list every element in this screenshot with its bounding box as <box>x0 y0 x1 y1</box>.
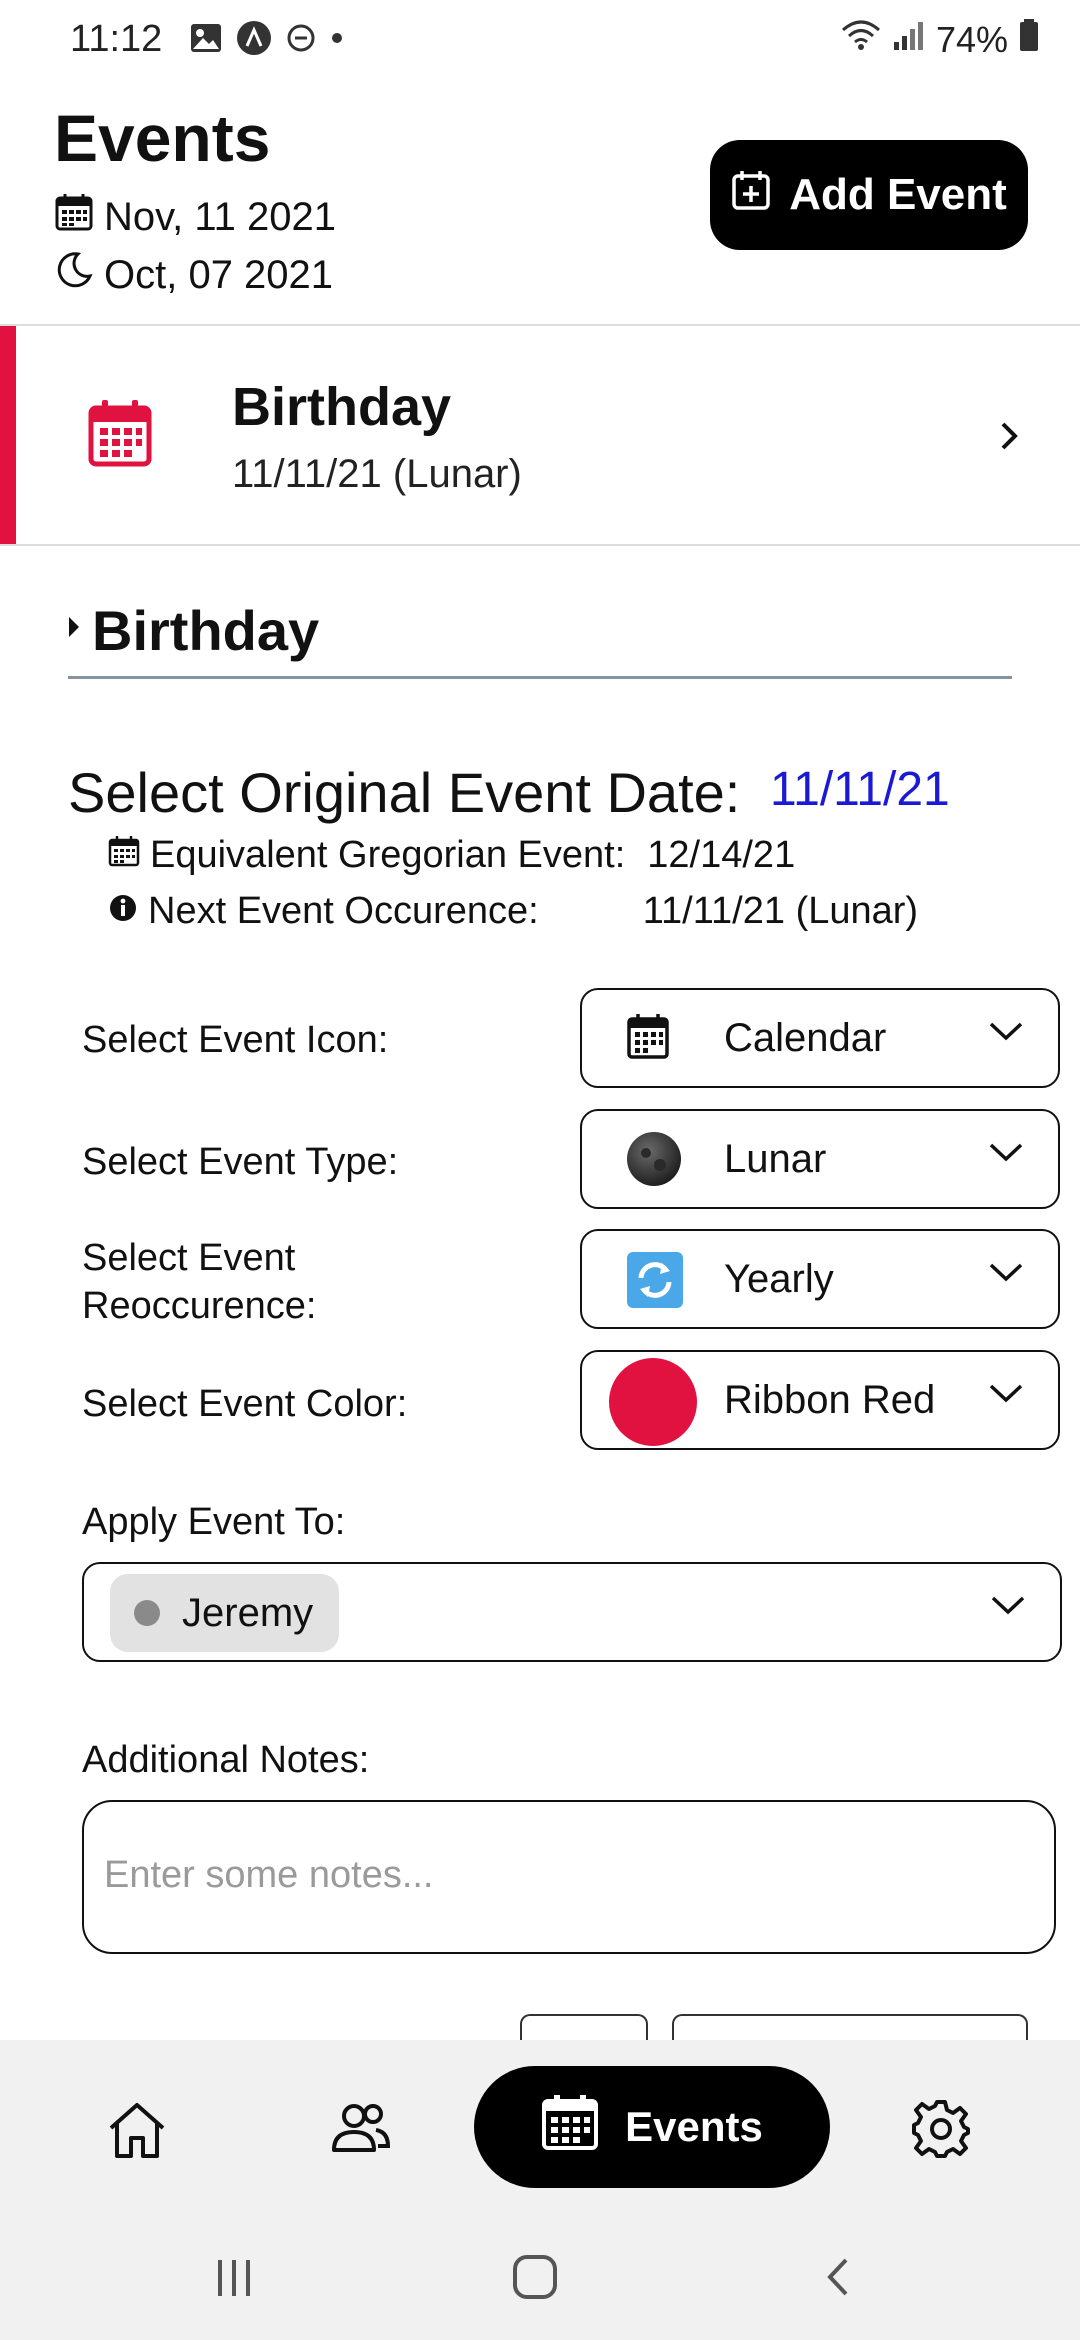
color-select-label: Select Event Color: <box>82 1383 408 1425</box>
calendar-icon <box>54 192 94 242</box>
wifi-icon <box>840 18 882 61</box>
color-select[interactable]: Ribbon Red <box>580 1350 1060 1450</box>
back-icon[interactable] <box>822 2256 852 2303</box>
chevron-down-icon <box>988 1020 1024 1047</box>
repeat-icon <box>626 1251 684 1314</box>
nav-events-tab[interactable]: Events <box>474 2066 830 2188</box>
icon-select-label: Select Event Icon: <box>82 1019 389 1061</box>
original-date-value[interactable]: 11/11/21 <box>770 762 950 817</box>
gregorian-equivalent-value: 12/14/21 <box>647 834 796 876</box>
type-select[interactable]: Lunar <box>580 1109 1060 1209</box>
settings-icon[interactable] <box>910 2098 972 2165</box>
section-title[interactable]: Birthday <box>92 598 319 663</box>
person-chip-label: Jeremy <box>182 1590 314 1635</box>
person-chip[interactable]: Jeremy <box>110 1574 340 1652</box>
apply-to-select[interactable]: Jeremy <box>82 1562 1062 1662</box>
lunar-date-row: Oct, 07 2021 <box>54 250 333 300</box>
event-color-bar <box>0 326 16 544</box>
calendar-small-icon <box>108 834 140 877</box>
event-date: 11/11/21 (Lunar) <box>232 452 522 496</box>
page-title: Events <box>54 101 271 175</box>
status-icons-left <box>190 20 344 61</box>
event-card[interactable] <box>0 326 1080 544</box>
chevron-down-icon <box>988 1141 1024 1168</box>
gregorian-equivalent-row: Equivalent Gregorian Event: 12/14/21 <box>108 834 795 877</box>
dot-icon <box>330 31 344 50</box>
section-underline <box>68 676 1012 679</box>
icon-select-value: Calendar <box>724 1016 887 1060</box>
event-calendar-icon <box>88 398 152 473</box>
recurrence-select-value: Yearly <box>724 1257 834 1301</box>
gregorian-date: Nov, 11 2021 <box>104 194 337 239</box>
gregorian-equivalent-label: Equivalent Gregorian Event: <box>150 834 626 876</box>
original-date-label: Select Original Event Date: <box>68 761 741 824</box>
info-icon <box>108 890 138 933</box>
home-system-icon[interactable] <box>512 2254 558 2305</box>
chevron-down-icon <box>988 1261 1024 1288</box>
recurrence-select-label: Select Event Reoccurence: <box>82 1234 316 1330</box>
signal-icon <box>892 19 926 61</box>
moon-icon <box>54 250 94 300</box>
moon-emoji-icon <box>626 1131 682 1192</box>
add-event-button[interactable]: Add Event <box>710 140 1028 250</box>
recent-apps-icon[interactable] <box>214 2258 254 2303</box>
card-divider <box>0 544 1080 546</box>
home-icon[interactable] <box>106 2100 168 2165</box>
people-icon[interactable] <box>330 2102 392 2159</box>
calendar-icon <box>626 1012 670 1065</box>
apply-to-label: Apply Event To: <box>82 1501 346 1543</box>
add-event-label: Add Event <box>789 170 1007 219</box>
next-occurrence-value: 11/11/21 (Lunar) <box>642 890 919 932</box>
app-notification-icon <box>236 20 272 61</box>
events-icon <box>541 2093 599 2161</box>
battery-icon <box>1018 18 1040 61</box>
color-select-value: Ribbon Red <box>724 1378 936 1422</box>
event-name: Birthday <box>232 377 452 437</box>
chevron-right-icon[interactable] <box>995 418 1023 459</box>
recurrence-label-line2: Reoccurence: <box>82 1285 317 1327</box>
bottom-navigation: Events <box>0 2040 1080 2340</box>
image-notification-icon <box>190 23 222 58</box>
next-occurrence-label: Next Event Occurence: <box>148 890 539 932</box>
dnd-icon <box>286 23 316 58</box>
type-select-label: Select Event Type: <box>82 1141 399 1183</box>
lunar-date: Oct, 07 2021 <box>104 252 334 297</box>
chevron-down-icon <box>990 1594 1026 1621</box>
notes-input[interactable]: Enter some notes... <box>82 1800 1056 1954</box>
calendar-plus-icon <box>731 169 771 222</box>
chevron-down-icon <box>988 1382 1024 1409</box>
battery-percent: 74% <box>935 18 1008 60</box>
notes-label: Additional Notes: <box>82 1739 370 1781</box>
status-time: 11:12 <box>70 18 163 60</box>
chip-dot-icon <box>134 1600 160 1626</box>
color-swatch <box>608 1357 698 1452</box>
caret-right-icon[interactable] <box>66 614 82 645</box>
recurrence-label-line1: Select Event <box>82 1237 296 1279</box>
next-occurrence-row: Next Event Occurence: 11/11/21 (Lunar) <box>108 890 918 933</box>
gregorian-date-row: Nov, 11 2021 <box>54 192 336 242</box>
status-right: 74% <box>840 18 1040 61</box>
recurrence-select[interactable]: Yearly <box>580 1229 1060 1329</box>
notes-placeholder: Enter some notes... <box>104 1854 434 1896</box>
icon-select[interactable]: Calendar <box>580 988 1060 1088</box>
nav-events-label: Events <box>625 2103 763 2150</box>
type-select-value: Lunar <box>724 1137 827 1181</box>
